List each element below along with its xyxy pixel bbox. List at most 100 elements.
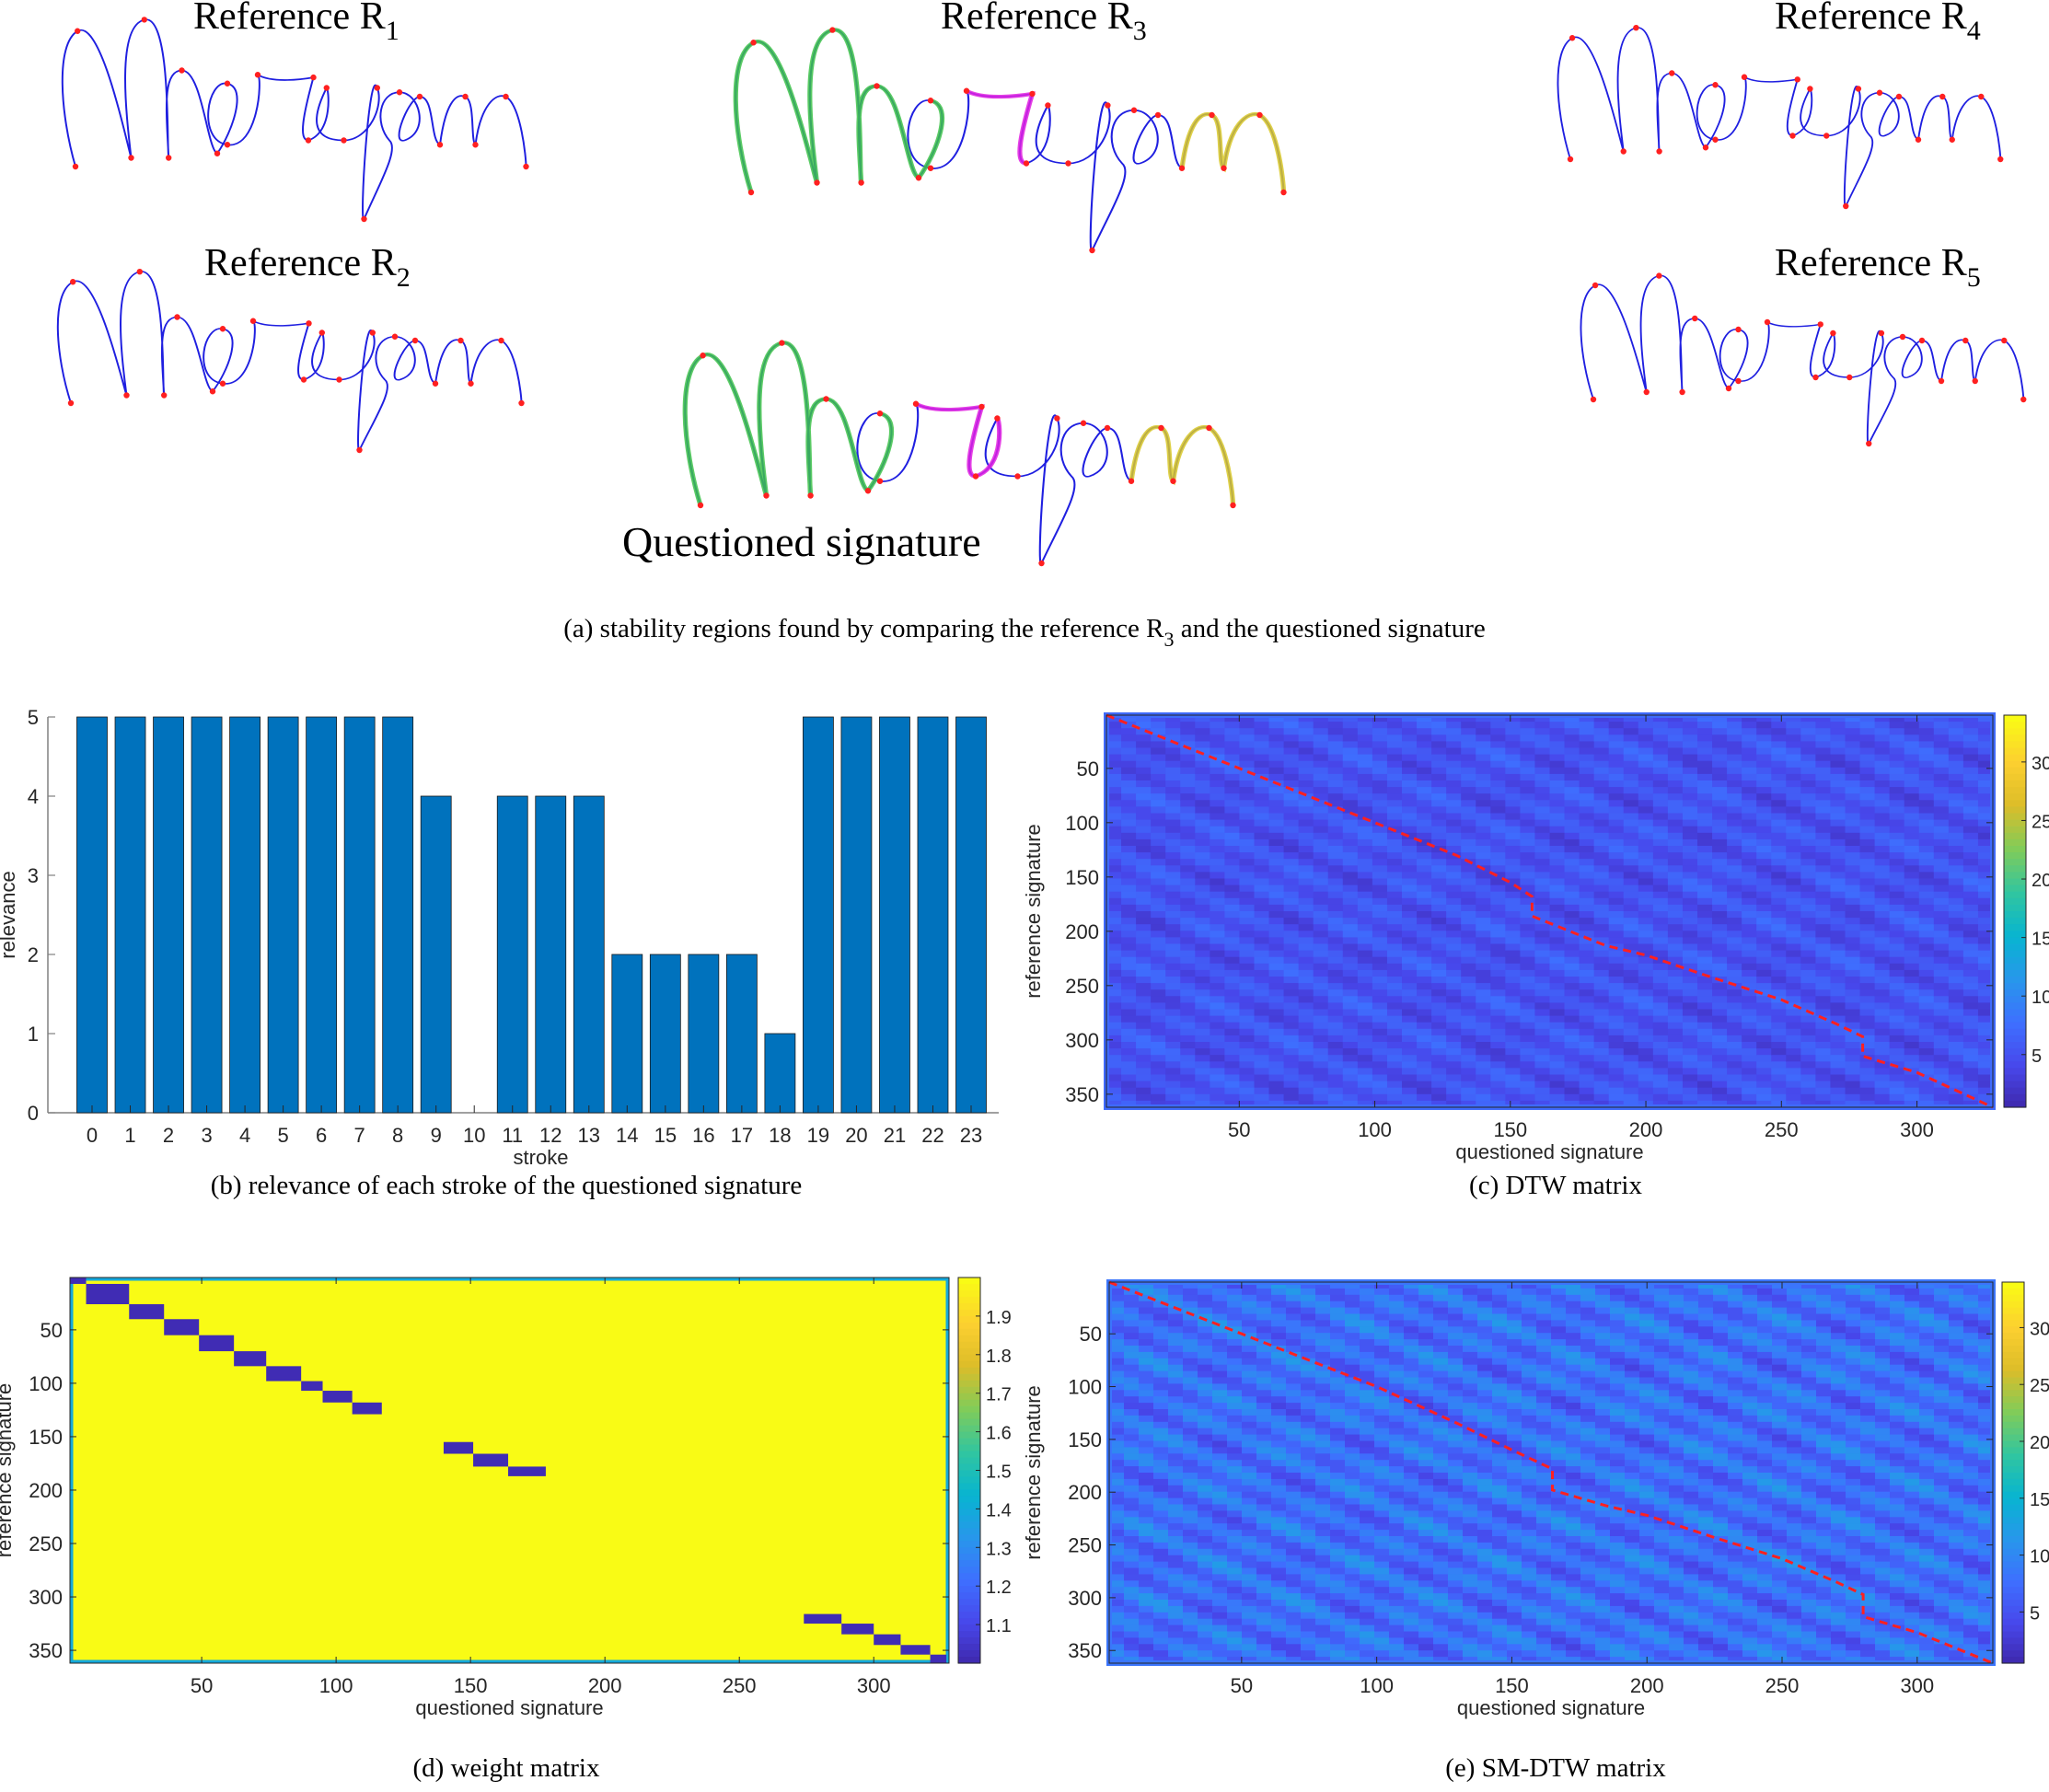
heatmap-cell — [1386, 1002, 1403, 1011]
heatmap-cell — [1227, 1313, 1243, 1321]
heatmap-cell — [1242, 1600, 1257, 1607]
heatmap-cell — [1210, 897, 1225, 906]
heatmap-cell — [1386, 846, 1403, 853]
keypoint-marker — [1978, 93, 1985, 100]
heatmap-cell — [1417, 819, 1432, 827]
keypoint-marker — [2020, 396, 2027, 403]
x-tick-label: 7 — [354, 1124, 365, 1147]
colorbar-tick-label: 30 — [2032, 754, 2049, 774]
heatmap-cell — [1256, 1517, 1272, 1524]
heatmap-cell — [1652, 722, 1669, 729]
heatmap-cell — [1180, 878, 1196, 886]
heatmap-cell — [1490, 937, 1506, 945]
heatmap-cell — [1256, 1644, 1272, 1651]
heatmap-cell — [1593, 793, 1610, 801]
heatmap-cell — [1756, 937, 1772, 945]
heatmap-cell — [1327, 852, 1344, 860]
heatmap-cell — [1153, 1548, 1169, 1556]
heatmap-cell — [1476, 918, 1491, 925]
heatmap-cell — [1153, 1631, 1169, 1638]
heatmap-cell — [1667, 780, 1684, 788]
heatmap-cell — [1652, 950, 1669, 958]
heatmap-cell — [1210, 838, 1225, 847]
heatmap-cell — [1372, 977, 1388, 984]
heatmap-cell — [1786, 1081, 1801, 1089]
heatmap-cell — [1210, 943, 1225, 952]
heatmap-cell — [1593, 800, 1610, 807]
heatmap-cell — [1461, 865, 1476, 873]
heatmap-cell — [1139, 1567, 1154, 1575]
keypoint-marker — [779, 340, 785, 346]
keypoint-marker — [224, 142, 231, 148]
colorbar-segment — [958, 1451, 980, 1459]
heatmap-cell — [1198, 1346, 1213, 1353]
heatmap-cell — [1874, 1048, 1891, 1056]
heatmap-cell — [1461, 996, 1476, 1003]
x-tick-label: 16 — [692, 1124, 714, 1147]
heatmap-cell — [1212, 1491, 1228, 1499]
heatmap-cell — [1242, 1504, 1257, 1511]
heatmap-cell — [1742, 1009, 1757, 1017]
heatmap-cell — [1121, 983, 1137, 990]
heatmap-cell — [1815, 1087, 1832, 1095]
heatmap-cell — [1520, 956, 1536, 965]
heatmap-cell — [1786, 741, 1801, 749]
heatmap-cell — [1227, 1288, 1243, 1296]
heatmap-cell — [1239, 943, 1256, 952]
heatmap-cell — [1271, 1294, 1287, 1302]
heatmap-cell — [1198, 1561, 1213, 1569]
heatmap-cell — [1948, 956, 1964, 965]
heatmap-cell — [1859, 1087, 1876, 1095]
heatmap-cell — [1153, 1326, 1169, 1334]
heatmap-cell — [1286, 1294, 1302, 1302]
heatmap-cell — [1918, 904, 1935, 912]
heatmap-cell — [1298, 989, 1314, 997]
bar-stroke-0 — [76, 716, 108, 1114]
heatmap-cell — [1417, 813, 1432, 821]
heatmap-cell — [1183, 1618, 1198, 1626]
colorbar-segment — [2004, 878, 2026, 886]
heatmap-cell — [1124, 1530, 1140, 1537]
heatmap-cell — [1446, 780, 1462, 788]
heatmap-cell — [1948, 989, 1964, 997]
heatmap-cell — [1254, 832, 1270, 840]
heatmap-cell — [1845, 931, 1861, 938]
heatmap-cell — [1313, 806, 1329, 815]
heatmap-cell — [1608, 767, 1625, 775]
signature-questioned — [682, 341, 1236, 565]
heatmap-cell — [1198, 1440, 1213, 1448]
heatmap-cell — [1313, 943, 1329, 952]
heatmap-cell — [1727, 1002, 1742, 1011]
heatmap-cell — [1476, 1022, 1491, 1030]
heatmap-cell — [1183, 1466, 1198, 1474]
heatmap-cell — [1168, 1612, 1184, 1620]
heatmap-cell — [1549, 787, 1566, 794]
heatmap-cell — [1242, 1491, 1257, 1499]
heatmap-cell — [1256, 1510, 1272, 1518]
heatmap-cell — [1242, 1383, 1257, 1391]
heatmap-cell — [1667, 977, 1684, 984]
keypoint-marker — [209, 388, 216, 395]
heatmap-cell — [1564, 1002, 1580, 1011]
heatmap-cell — [1623, 800, 1639, 807]
heatmap-cell — [1564, 1015, 1580, 1023]
x-tick-label: 2 — [163, 1124, 174, 1147]
heatmap-cell — [1638, 884, 1654, 893]
heatmap-cell — [1608, 728, 1625, 735]
colorbar-segment — [958, 1386, 980, 1394]
colorbar-segment — [2004, 977, 2026, 984]
heatmap-cell — [1845, 1061, 1861, 1069]
heatmap-cell — [1210, 819, 1225, 827]
heatmap-cell — [1254, 943, 1270, 952]
heatmap-cell — [1505, 1028, 1521, 1036]
keypoint-marker — [1735, 377, 1742, 385]
heatmap-cell — [1667, 918, 1684, 925]
heatmap-cell — [1786, 780, 1801, 788]
heatmap-cell — [1948, 780, 1964, 788]
keypoint-marker — [1712, 136, 1719, 143]
heatmap-cell — [1652, 819, 1669, 827]
heatmap-cell — [1638, 937, 1654, 945]
heatmap-cell — [1608, 813, 1625, 821]
heatmap-cell — [1579, 884, 1595, 893]
heatmap-cell — [1313, 787, 1329, 794]
